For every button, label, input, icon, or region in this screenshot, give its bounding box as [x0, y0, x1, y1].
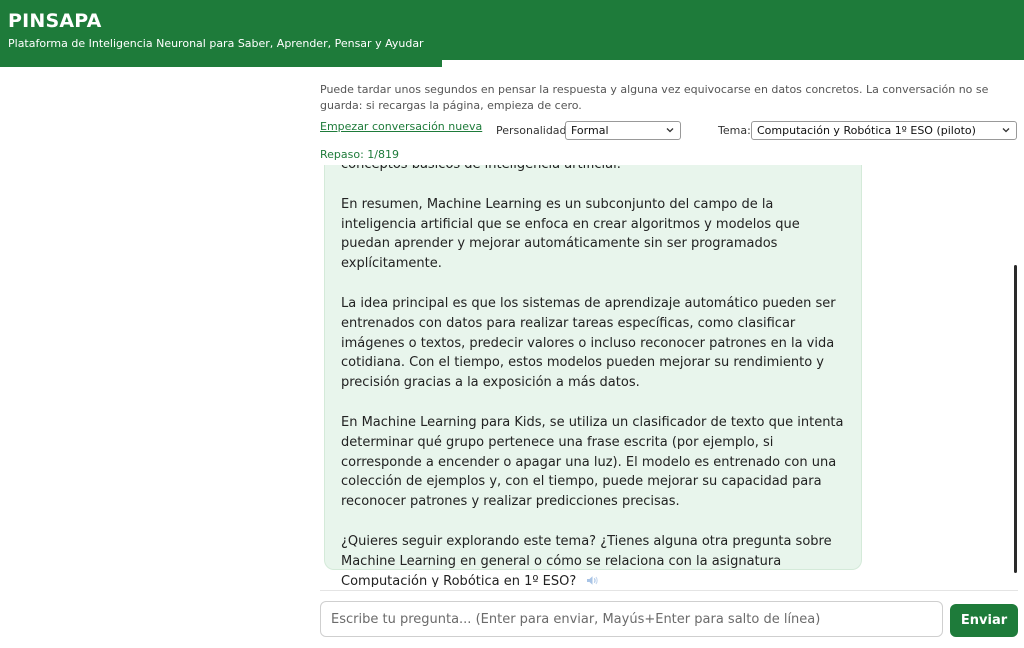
composer-divider [320, 590, 1018, 591]
chevron-down-icon [666, 128, 674, 133]
chat-scrollbar[interactable] [1014, 265, 1017, 573]
assistant-message-text: conceptos básicos de inteligencia artifi… [341, 165, 851, 587]
app-title: PINSAPA [8, 10, 102, 32]
personality-select[interactable]: Formal [565, 121, 681, 140]
message-paragraph-last: ¿Quieres seguir explorando este tema? ¿T… [341, 532, 851, 587]
header-tab-strip [442, 60, 1024, 67]
message-paragraph: La idea principal es que los sistemas de… [341, 295, 836, 391]
new-conversation-link[interactable]: Empezar conversación nueva [320, 120, 482, 133]
app-subtitle: Plataforma de Inteligencia Neuronal para… [8, 37, 424, 50]
review-counter: Repaso: 1/819 [320, 148, 400, 161]
chevron-down-icon [1002, 128, 1010, 133]
personality-select-value: Formal [571, 124, 609, 137]
message-paragraph: conceptos básicos de inteligencia artifi… [341, 165, 851, 175]
topic-select[interactable]: Computación y Robótica 1º ESO (piloto) [751, 121, 1017, 140]
topic-select-value: Computación y Robótica 1º ESO (piloto) [757, 124, 976, 137]
topic-label: Tema: [718, 124, 751, 137]
app-header: PINSAPA Plataforma de Inteligencia Neuro… [0, 0, 1024, 67]
personality-label: Personalidad: [496, 124, 571, 137]
chat-area[interactable]: conceptos básicos de inteligencia artifi… [320, 165, 1022, 587]
assistant-message-bubble: conceptos básicos de inteligencia artifi… [324, 165, 862, 587]
question-input[interactable] [320, 601, 943, 637]
notice-text: Puede tardar unos segundos en pensar la … [320, 83, 989, 112]
speaker-icon[interactable] [586, 575, 599, 586]
message-paragraph: En Machine Learning para Kids, se utiliz… [341, 414, 844, 510]
send-button[interactable]: Enviar [950, 604, 1018, 637]
message-paragraph: En resumen, Machine Learning es un subco… [341, 196, 800, 272]
